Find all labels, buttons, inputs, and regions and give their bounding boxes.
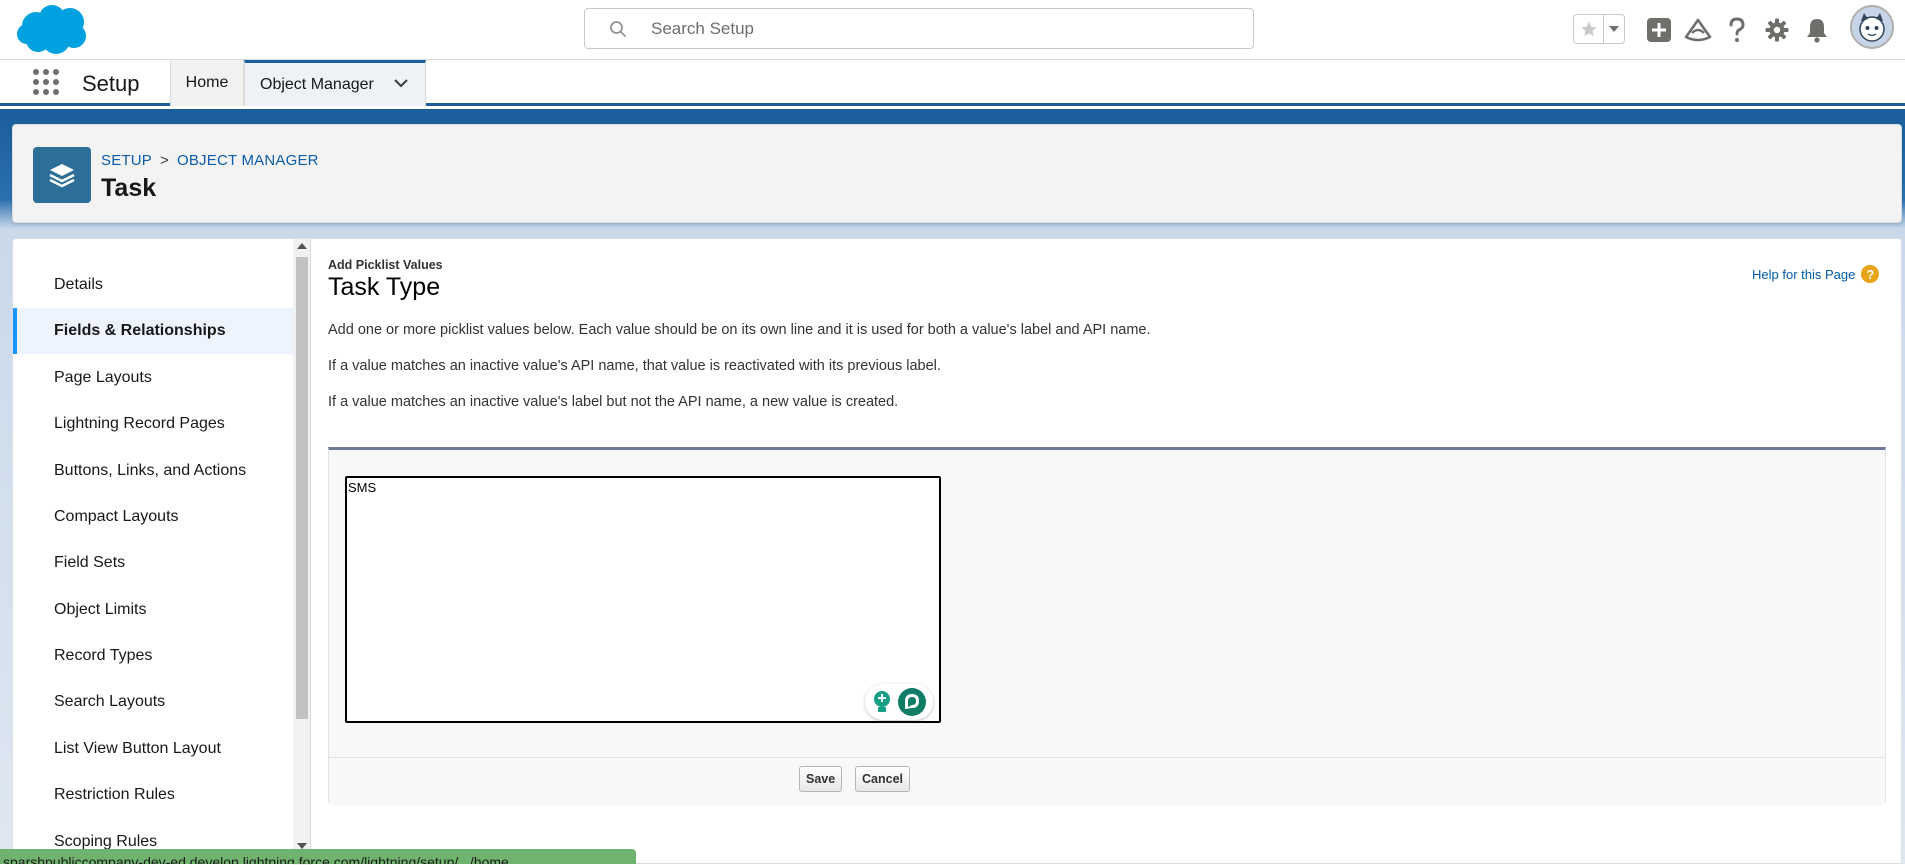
chevron-down-icon bbox=[1609, 26, 1619, 32]
avatar-image bbox=[1852, 7, 1892, 47]
instruction-text: Add one or more picklist values below. E… bbox=[328, 322, 1151, 338]
trailhead-icon bbox=[1684, 18, 1712, 42]
scroll-up-arrow[interactable] bbox=[297, 243, 307, 249]
sidebar-item-search-layouts[interactable]: Search Layouts bbox=[13, 679, 293, 725]
sidebar-item-label: Field Sets bbox=[54, 554, 126, 571]
instruction-text: If a value matches an inactive value's l… bbox=[328, 394, 899, 410]
sidebar-item-buttons-links-actions[interactable]: Buttons, Links, and Actions bbox=[13, 448, 293, 494]
sidebar-item-list-view-button-layout[interactable]: List View Button Layout bbox=[13, 726, 293, 772]
plus-icon bbox=[1647, 18, 1671, 42]
scrollbar-thumb[interactable] bbox=[296, 257, 308, 719]
sidebar-item-object-limits[interactable]: Object Limits bbox=[13, 587, 293, 633]
avatar[interactable] bbox=[1850, 5, 1894, 49]
sidebar-item-label: Buttons, Links, and Actions bbox=[54, 462, 247, 479]
tab-object-manager-label: Object Manager bbox=[260, 75, 374, 93]
picklist-values-textarea[interactable]: SMS bbox=[345, 476, 941, 723]
help-link-label[interactable]: Help for this Page bbox=[1752, 267, 1855, 282]
sidebar-item-label: Page Layouts bbox=[54, 369, 152, 386]
notifications-button[interactable] bbox=[1802, 15, 1832, 45]
favorites-list-button[interactable] bbox=[1604, 15, 1624, 43]
help-link[interactable]: Help for this Page ? bbox=[1752, 265, 1880, 283]
sidebar-item-label: Fields & Relationships bbox=[54, 322, 226, 339]
sidebar-item-field-sets[interactable]: Field Sets bbox=[13, 540, 293, 586]
instruction-text: If a value matches an inactive value's A… bbox=[328, 358, 941, 374]
main-card: Details Fields & Relationships Page Layo… bbox=[12, 238, 1902, 865]
content-title: Task Type bbox=[328, 273, 441, 301]
breadcrumb-setup[interactable]: SETUP bbox=[101, 152, 152, 169]
grammar-icon[interactable] bbox=[897, 687, 927, 717]
sidebar-item-fields-relationships[interactable]: Fields & Relationships bbox=[13, 308, 293, 354]
button-row: Save Cancel bbox=[329, 757, 1885, 805]
app-name: Setup bbox=[82, 71, 140, 96]
global-header bbox=[0, 0, 1905, 60]
content-panel: Add Picklist Values Task Type Help for t… bbox=[312, 239, 1902, 865]
sidebar-scrollbar[interactable] bbox=[293, 239, 311, 865]
layers-icon bbox=[33, 147, 91, 203]
tab-home-label: Home bbox=[185, 74, 229, 91]
salesforce-logo[interactable] bbox=[16, 4, 90, 56]
tab-object-manager[interactable]: Object Manager bbox=[244, 60, 426, 106]
sidebar-item-label: Record Types bbox=[54, 647, 153, 664]
breadcrumb: SETUP > OBJECT MANAGER bbox=[101, 152, 319, 169]
chevron-down-icon[interactable] bbox=[393, 77, 409, 89]
global-actions-button[interactable] bbox=[1644, 15, 1674, 45]
star-icon bbox=[1581, 21, 1596, 37]
sidebar-item-label: List View Button Layout bbox=[54, 740, 221, 757]
section-label: Add Picklist Values bbox=[328, 258, 443, 272]
sidebar-item-label: Object Limits bbox=[54, 601, 147, 618]
sidebar-item-page-layouts[interactable]: Page Layouts bbox=[13, 355, 293, 401]
tab-home[interactable]: Home bbox=[170, 60, 244, 106]
help-button[interactable] bbox=[1722, 15, 1752, 45]
search-box[interactable] bbox=[584, 8, 1254, 49]
sidebar-item-label: Restriction Rules bbox=[54, 786, 175, 803]
sidebar-item-label: Lightning Record Pages bbox=[54, 415, 225, 432]
sidebar-item-compact-layouts[interactable]: Compact Layouts bbox=[13, 494, 293, 540]
save-button[interactable]: Save bbox=[799, 766, 843, 792]
trailhead-button[interactable] bbox=[1683, 15, 1713, 45]
help-icon[interactable]: ? bbox=[1861, 265, 1880, 283]
setup-gear-button[interactable] bbox=[1762, 15, 1792, 45]
lightbulb-icon[interactable] bbox=[871, 689, 893, 715]
sidebar-item-details[interactable]: Details bbox=[13, 262, 293, 308]
grammar-widget[interactable] bbox=[865, 684, 933, 720]
sidebar-item-restriction-rules[interactable]: Restriction Rules bbox=[13, 772, 293, 818]
breadcrumb-object-manager[interactable]: OBJECT MANAGER bbox=[177, 152, 319, 169]
page-title: Task bbox=[101, 174, 157, 202]
sidebar: Details Fields & Relationships Page Layo… bbox=[13, 239, 293, 865]
sidebar-item-label: Search Layouts bbox=[54, 693, 166, 710]
sidebar-item-label: Compact Layouts bbox=[54, 508, 179, 525]
question-icon bbox=[1729, 17, 1745, 42]
picklist-edit-block: SMS Save Cancel bbox=[328, 447, 1886, 805]
search-input[interactable] bbox=[649, 15, 1229, 43]
breadcrumb-separator: > bbox=[160, 152, 169, 169]
gear-icon bbox=[1765, 18, 1789, 42]
bell-icon bbox=[1807, 19, 1827, 43]
search-icon bbox=[610, 21, 626, 37]
sidebar-item-label: Details bbox=[54, 276, 103, 293]
cancel-button[interactable]: Cancel bbox=[855, 766, 910, 792]
sidebar-item-lightning-record-pages[interactable]: Lightning Record Pages bbox=[13, 401, 293, 447]
status-url: sparshpubliccompany-dev-ed.develop.light… bbox=[0, 849, 636, 864]
sidebar-item-record-types[interactable]: Record Types bbox=[13, 633, 293, 679]
favorites-group bbox=[1573, 14, 1625, 44]
navigation-bar: Setup Home Object Manager bbox=[0, 60, 1905, 106]
app-launcher-icon[interactable] bbox=[32, 68, 60, 96]
page-header: SETUP > OBJECT MANAGER Task bbox=[12, 124, 1902, 223]
favorites-button[interactable] bbox=[1574, 15, 1604, 43]
